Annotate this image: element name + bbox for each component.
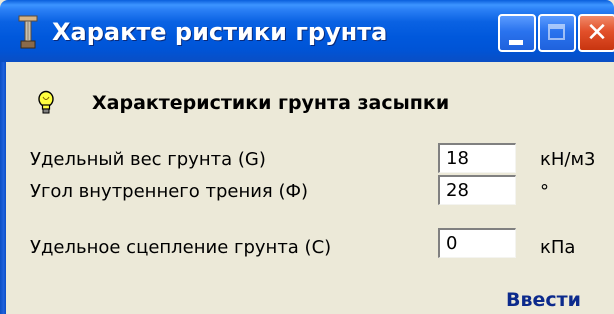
minimize-icon [509,40,523,45]
maximize-icon [548,24,565,40]
cohesion-unit: кПа [540,237,576,258]
minimize-button[interactable] [498,14,536,52]
friction-angle-label: Угол внутреннего трения (Ф) [30,181,309,202]
unit-weight-input[interactable] [438,143,516,173]
window-title: Характе ристики грунта [52,18,388,46]
friction-angle-input[interactable] [438,175,516,205]
soil-properties-window: Характе ристики грунта ✕ Характеристики … [0,0,614,314]
unit-weight-unit: кН/м3 [540,149,596,170]
submit-button[interactable]: Ввести [506,286,581,314]
title-bar[interactable]: Характе ристики грунта ✕ [0,0,614,62]
friction-angle-unit: ° [540,181,549,202]
cohesion-label: Удельное сцепление грунта (С) [30,237,332,258]
cohesion-input[interactable] [438,228,516,258]
unit-weight-label: Удельный вес грунта (G) [30,149,266,170]
close-icon: ✕ [586,18,608,48]
soil-tool-icon [18,15,38,49]
section-heading: Характеристики грунта засыпки [92,92,450,114]
close-button[interactable]: ✕ [578,14,614,52]
maximize-button[interactable] [538,14,576,52]
lightbulb-icon [38,90,54,114]
